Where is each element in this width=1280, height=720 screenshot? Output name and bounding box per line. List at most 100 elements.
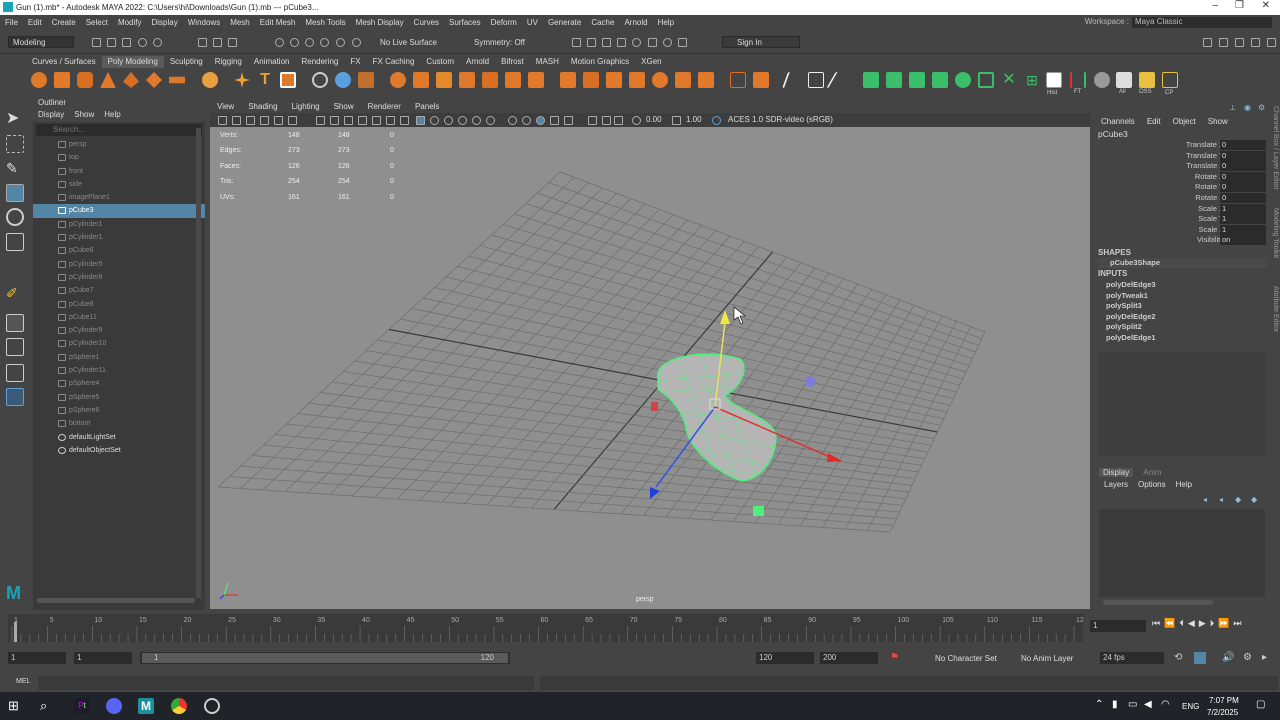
loop-icon[interactable]: ⟲	[1174, 652, 1182, 663]
sound-icon[interactable]: 🔊	[1222, 652, 1234, 663]
poly-torus-icon[interactable]	[123, 72, 139, 88]
go-to-start-icon[interactable]: ⏮	[1152, 618, 1160, 629]
channel-box-icon[interactable]	[1251, 38, 1260, 47]
menu-mesh[interactable]: Mesh	[225, 18, 255, 27]
persp-outliner-layout-icon[interactable]	[6, 364, 24, 382]
viewport-menu-shading[interactable]: Shading	[241, 100, 284, 113]
soften-edge-icon[interactable]: ⊞	[1024, 72, 1040, 88]
mel-label[interactable]: MEL	[16, 678, 30, 685]
show-hidden-icons-icon[interactable]: ⌃	[1095, 699, 1103, 710]
network-icon[interactable]: ◠	[1161, 699, 1170, 710]
input-polydeledge1[interactable]: polyDelEdge1	[1106, 333, 1156, 342]
menuset-dropdown[interactable]: Modeling	[8, 36, 74, 48]
outliner-item-persp[interactable]: persp	[33, 138, 205, 151]
smooth-icon[interactable]	[358, 72, 374, 88]
open-scene-icon[interactable]	[107, 38, 116, 47]
camera-attributes-icon[interactable]	[232, 116, 241, 125]
insert-edge-loop-icon[interactable]	[652, 72, 668, 88]
discord-icon[interactable]	[106, 698, 122, 714]
animation-start-field[interactable]: 1	[8, 652, 66, 664]
extract-icon[interactable]	[730, 72, 746, 88]
select-component-icon[interactable]	[228, 38, 237, 47]
fill-hole-icon[interactable]	[482, 72, 498, 88]
outliner-item-bottom[interactable]: bottom	[33, 417, 205, 430]
layout-uv-icon[interactable]	[955, 72, 971, 88]
outliner-item-defaultlightset[interactable]: defaultLightSet	[33, 431, 205, 444]
attr-value[interactable]: 1	[1220, 203, 1266, 214]
uv-editor-icon[interactable]	[978, 72, 994, 88]
menu-uv[interactable]: UV	[522, 18, 543, 27]
search-icon[interactable]: ⌕	[40, 698, 56, 714]
workspace-selector[interactable]: Workspace : Maya Classic	[1085, 17, 1272, 28]
xray-joints-icon[interactable]	[564, 116, 573, 125]
outliner-item-top[interactable]: top	[33, 151, 205, 164]
menu-modify[interactable]: Modify	[113, 18, 147, 27]
snap-curve-icon[interactable]	[290, 38, 299, 47]
menu-edit-mesh[interactable]: Edit Mesh	[255, 18, 301, 27]
time-slider[interactable]: 1 5 10 15 20 25 30 35 40 45 50 55 60 65 70 75 80 85 90 95 10…	[0, 612, 1280, 648]
close-icon[interactable]: ✕	[1262, 0, 1270, 11]
menu-generate[interactable]: Generate	[543, 18, 586, 27]
camera-transform-icon[interactable]	[602, 116, 611, 125]
layer-menu-layers[interactable]: Layers	[1104, 480, 1128, 489]
select-tool-icon[interactable]: ➤	[6, 110, 24, 128]
attr-value[interactable]: 1	[1220, 224, 1266, 235]
current-frame-field[interactable]: 1	[1090, 620, 1146, 632]
workspace-dropdown[interactable]: Maya Classic	[1132, 17, 1272, 28]
monitor-icon[interactable]: ▭	[1128, 699, 1137, 710]
outliner-item-pcylinder11[interactable]: pCylinder11	[33, 364, 205, 377]
outliner-menu-show[interactable]: Show	[74, 110, 94, 122]
transfer-attributes-icon[interactable]: ✕	[1001, 72, 1017, 88]
textured-icon[interactable]	[458, 116, 467, 125]
xz-plane-handle[interactable]	[753, 506, 764, 516]
outliner-item-psphere5[interactable]: pSphere5	[33, 391, 205, 404]
outliner-item-pcube11[interactable]: pCube11	[33, 311, 205, 324]
shelf-tab-fx-caching[interactable]: FX Caching	[367, 56, 421, 68]
connect-icon[interactable]	[606, 72, 622, 88]
shadows-icon[interactable]	[486, 116, 495, 125]
minimize-icon[interactable]: –	[1212, 0, 1218, 11]
outliner-toggle-icon[interactable]	[1267, 38, 1276, 47]
outliner-item-pcylinder1b[interactable]: pCylinder1	[33, 231, 205, 244]
outliner-item-pcube8[interactable]: pCube8	[33, 298, 205, 311]
tool-settings-icon[interactable]	[1235, 38, 1244, 47]
attribute-editor-icon[interactable]	[1219, 38, 1228, 47]
svg-tool-icon[interactable]	[280, 72, 296, 88]
shelf-tab-bifrost[interactable]: Bifrost	[495, 56, 530, 68]
poly-disc-icon[interactable]	[169, 76, 185, 84]
open-scene-shelf-icon[interactable]: OSS	[1139, 72, 1155, 95]
pt-app-icon[interactable]: Pt	[74, 698, 90, 714]
side-tab-attribute-editor[interactable]: Attribute Editor	[1270, 286, 1279, 356]
render-sequence-icon[interactable]	[587, 38, 596, 47]
outliner-menu-help[interactable]: Help	[104, 110, 120, 122]
grid-toggle-icon[interactable]	[316, 116, 325, 125]
quad-draw-icon[interactable]	[629, 72, 645, 88]
play-backwards-icon[interactable]: ◀	[1188, 618, 1195, 629]
menu-surfaces[interactable]: Surfaces	[444, 18, 486, 27]
chrome-icon[interactable]	[171, 698, 187, 714]
poly-cone-icon[interactable]	[100, 72, 116, 88]
hypershade-icon[interactable]	[632, 38, 641, 47]
cut-uv-icon[interactable]	[909, 72, 925, 88]
attr-value[interactable]: 0	[1220, 140, 1266, 150]
step-forward-frame-icon[interactable]: ⏵	[1210, 618, 1215, 629]
snap-grid-icon[interactable]	[275, 38, 284, 47]
outliner-item-pcylinder5[interactable]: pCylinder5	[33, 258, 205, 271]
channelbox-menu-object[interactable]: Object	[1173, 117, 1196, 126]
append-polygon-icon[interactable]	[459, 72, 475, 88]
animation-end-field[interactable]: 200	[820, 652, 878, 664]
menu-arnold[interactable]: Arnold	[619, 18, 652, 27]
maximize-icon[interactable]: ❐	[1235, 0, 1244, 11]
snap-point-icon[interactable]	[305, 38, 314, 47]
auto-key-icon[interactable]: ⚑	[890, 652, 899, 663]
save-scene-icon[interactable]	[122, 38, 131, 47]
viewport-menu-renderer[interactable]: Renderer	[361, 100, 408, 113]
app-icon[interactable]	[204, 698, 220, 714]
gamma-icon[interactable]	[672, 116, 681, 125]
language-indicator[interactable]: ENG	[1182, 702, 1199, 711]
merge-icon[interactable]	[528, 72, 544, 88]
outliner-item-pcylinder8[interactable]: pCylinder8	[33, 271, 205, 284]
menu-windows[interactable]: Windows	[183, 18, 225, 27]
input-polysplit2[interactable]: polySplit2	[1106, 322, 1142, 331]
shelf-tab-xgen[interactable]: XGen	[635, 56, 667, 68]
